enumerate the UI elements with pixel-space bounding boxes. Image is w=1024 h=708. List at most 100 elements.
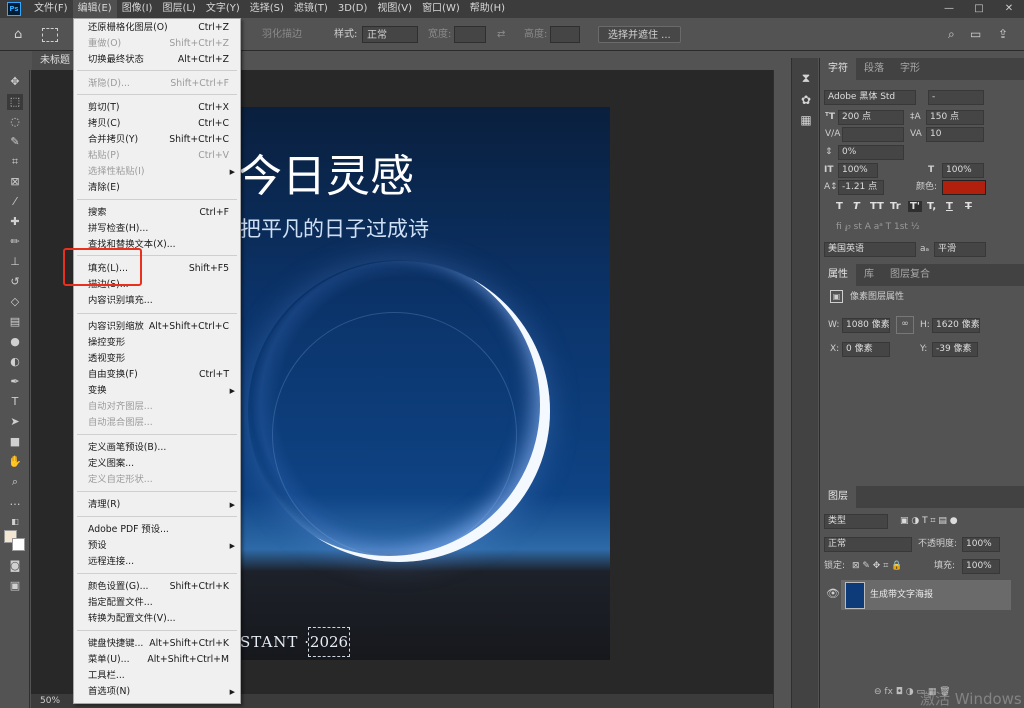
workspace-icon[interactable]: ▭ [970, 26, 981, 43]
home-icon[interactable]: ⌂ [14, 26, 22, 43]
menu-filter[interactable]: 滤镜(T) [289, 0, 333, 18]
opentype-features-icon[interactable]: fi ℘ st A aᵃ T 1st ½ [836, 220, 920, 235]
stamp-tool-icon[interactable]: ⊥ [7, 254, 23, 270]
strikethrough-button[interactable]: T [965, 201, 972, 212]
edit-menu-item[interactable]: 变换 ▶ [75, 383, 239, 399]
maximize-button[interactable]: □ [964, 0, 994, 18]
healing-tool-icon[interactable]: ✚ [7, 214, 23, 230]
eraser-tool-icon[interactable]: ◇ [7, 294, 23, 310]
dodge-tool-icon[interactable]: ◐ [7, 354, 23, 370]
text-color-swatch[interactable] [942, 180, 986, 195]
font-style-select[interactable]: - [928, 90, 984, 105]
edit-menu-item[interactable]: 还原栅格化图层(O) Ctrl+Z [75, 20, 239, 36]
menu-image[interactable]: 图像(I) [117, 0, 158, 18]
history-panel-icon[interactable]: ⧗ [798, 70, 814, 86]
poster-year-selection[interactable]: 2026 [308, 627, 350, 657]
edit-menu-item[interactable]: 工具栏... [75, 668, 239, 684]
hand-tool-icon[interactable]: ✋ [7, 454, 23, 470]
link-dimensions-icon[interactable]: ∞ [896, 316, 914, 334]
layer-y-input[interactable]: -39 像素 [932, 342, 978, 357]
tab-layer-comps[interactable]: 图层复合 [882, 264, 938, 286]
default-colors-icon[interactable]: ◧ [7, 514, 23, 530]
edit-menu-item[interactable]: 透视变形 [75, 351, 239, 367]
menu-view[interactable]: 视图(V) [372, 0, 417, 18]
small-caps-button[interactable]: Tr [890, 201, 901, 212]
layer-x-input[interactable]: 0 像素 [842, 342, 890, 357]
edit-menu-item[interactable]: 内容识别缩放 Alt+Shift+Ctrl+C [75, 319, 239, 335]
edit-menu-item[interactable]: 拼写检查(H)... [75, 221, 239, 237]
edit-menu-item[interactable]: 切换最终状态 Alt+Ctrl+Z [75, 52, 239, 68]
antialias-select[interactable]: 平滑 [934, 242, 986, 257]
edit-menu-item[interactable]: Adobe PDF 预设... [75, 522, 239, 538]
menu-edit[interactable]: 编辑(E) [72, 0, 117, 18]
frame-tool-icon[interactable]: ⊠ [7, 174, 23, 190]
blur-tool-icon[interactable]: ● [7, 334, 23, 350]
style-select[interactable]: 正常 [362, 26, 418, 43]
swap-icon[interactable]: ⇄ [497, 26, 505, 43]
edit-menu-item[interactable]: 自由变换(F) Ctrl+T [75, 367, 239, 383]
edit-menu-item[interactable]: 菜单(U)... Alt+Shift+Ctrl+M [75, 652, 239, 668]
edit-menu-item[interactable]: 搜索 Ctrl+F [75, 205, 239, 221]
tab-paragraph[interactable]: 段落 [856, 58, 892, 80]
menu-layer[interactable]: 图层(L) [157, 0, 200, 18]
edit-menu-item[interactable]: 操控变形 [75, 335, 239, 351]
tab-layers[interactable]: 图层 [820, 486, 856, 508]
color-panel-icon[interactable]: ✿ [798, 92, 814, 108]
vertical-scale-input[interactable]: 100% [838, 163, 878, 178]
history-brush-icon[interactable]: ↺ [7, 274, 23, 290]
edit-menu-item[interactable]: 指定配置文件... [75, 595, 239, 611]
layer-width-input[interactable]: 1080 像素 [842, 318, 890, 333]
rectangle-tool-icon[interactable]: ■ [7, 434, 23, 450]
edit-menu-item[interactable]: 转换为配置文件(V)... [75, 611, 239, 627]
tab-character[interactable]: 字符 [820, 58, 856, 80]
crop-tool-icon[interactable]: ⌗ [7, 154, 23, 170]
edit-menu-item[interactable]: 颜色设置(G)... Shift+Ctrl+K [75, 579, 239, 595]
width-input[interactable] [454, 26, 486, 43]
swatches-panel-icon[interactable]: ▦ [798, 112, 814, 128]
search-icon[interactable]: ⌕ [948, 26, 955, 43]
font-family-select[interactable]: Adobe 黑体 Std [824, 90, 916, 105]
tab-properties[interactable]: 属性 [820, 264, 856, 286]
path-select-icon[interactable]: ➤ [7, 414, 23, 430]
tab-glyphs[interactable]: 字形 [892, 58, 928, 80]
menu-window[interactable]: 窗口(W) [417, 0, 465, 18]
menu-help[interactable]: 帮助(H) [465, 0, 510, 18]
edit-menu-item[interactable]: 清除(E) [75, 180, 239, 196]
horizontal-scale-input[interactable]: 100% [942, 163, 984, 178]
minimize-button[interactable]: — [934, 0, 964, 18]
superscript-button[interactable]: T' [908, 201, 922, 212]
edit-menu-item[interactable]: 定义图案... [75, 456, 239, 472]
layer-filter-icons[interactable]: ▣ ◑ T ⌗ ▤ ● [900, 514, 958, 529]
edit-menu-item[interactable]: 键盘快捷键... Alt+Shift+Ctrl+K [75, 636, 239, 652]
menu-file[interactable]: 文件(F) [29, 0, 73, 18]
zoom-level[interactable]: 50% [40, 696, 60, 706]
blend-mode-select[interactable]: 正常 [824, 537, 912, 552]
faux-italic-button[interactable]: T [853, 201, 860, 212]
lock-icons[interactable]: ⊠ ✎ ✥ ⌗ 🔒 [852, 559, 902, 574]
edit-menu-item[interactable]: 预设 ▶ [75, 538, 239, 554]
edit-menu-item[interactable]: 内容识别填充... [75, 293, 239, 309]
kerning-input[interactable] [842, 127, 904, 142]
layer-height-input[interactable]: 1620 像素 [932, 318, 980, 333]
visibility-eye-icon[interactable]: 👁 [826, 586, 840, 601]
edit-menu-item[interactable]: 合并拷贝(Y) Shift+Ctrl+C [75, 132, 239, 148]
tracking-input[interactable]: 10 [926, 127, 984, 142]
edit-menu-item[interactable]: 清理(R) ▶ [75, 497, 239, 513]
gradient-tool-icon[interactable]: ▤ [7, 314, 23, 330]
zoom-tool-icon[interactable]: ⌕ [7, 474, 23, 490]
font-size-input[interactable]: 200 点 [838, 110, 904, 125]
select-and-mask-button[interactable]: 选择并遮住 ... [598, 26, 681, 43]
edit-menu-item[interactable]: 远程连接... [75, 554, 239, 570]
scale-percent-input[interactable]: 0% [838, 145, 904, 160]
edit-menu-item[interactable]: 拷贝(C) Ctrl+C [75, 116, 239, 132]
marquee-preset-icon[interactable] [42, 28, 58, 42]
menu-select[interactable]: 选择(S) [245, 0, 289, 18]
language-select[interactable]: 美国英语 [824, 242, 916, 257]
screen-mode-icon[interactable]: ▣ [7, 578, 23, 594]
height-input[interactable] [550, 26, 580, 43]
document-tab[interactable]: 未标题 [32, 51, 78, 70]
quick-select-tool-icon[interactable]: ✎ [7, 134, 23, 150]
quick-mask-icon[interactable]: ◙ [7, 558, 23, 574]
layer-name[interactable]: 生成带文字海报 [870, 588, 933, 603]
lasso-tool-icon[interactable]: ◌ [7, 114, 23, 130]
